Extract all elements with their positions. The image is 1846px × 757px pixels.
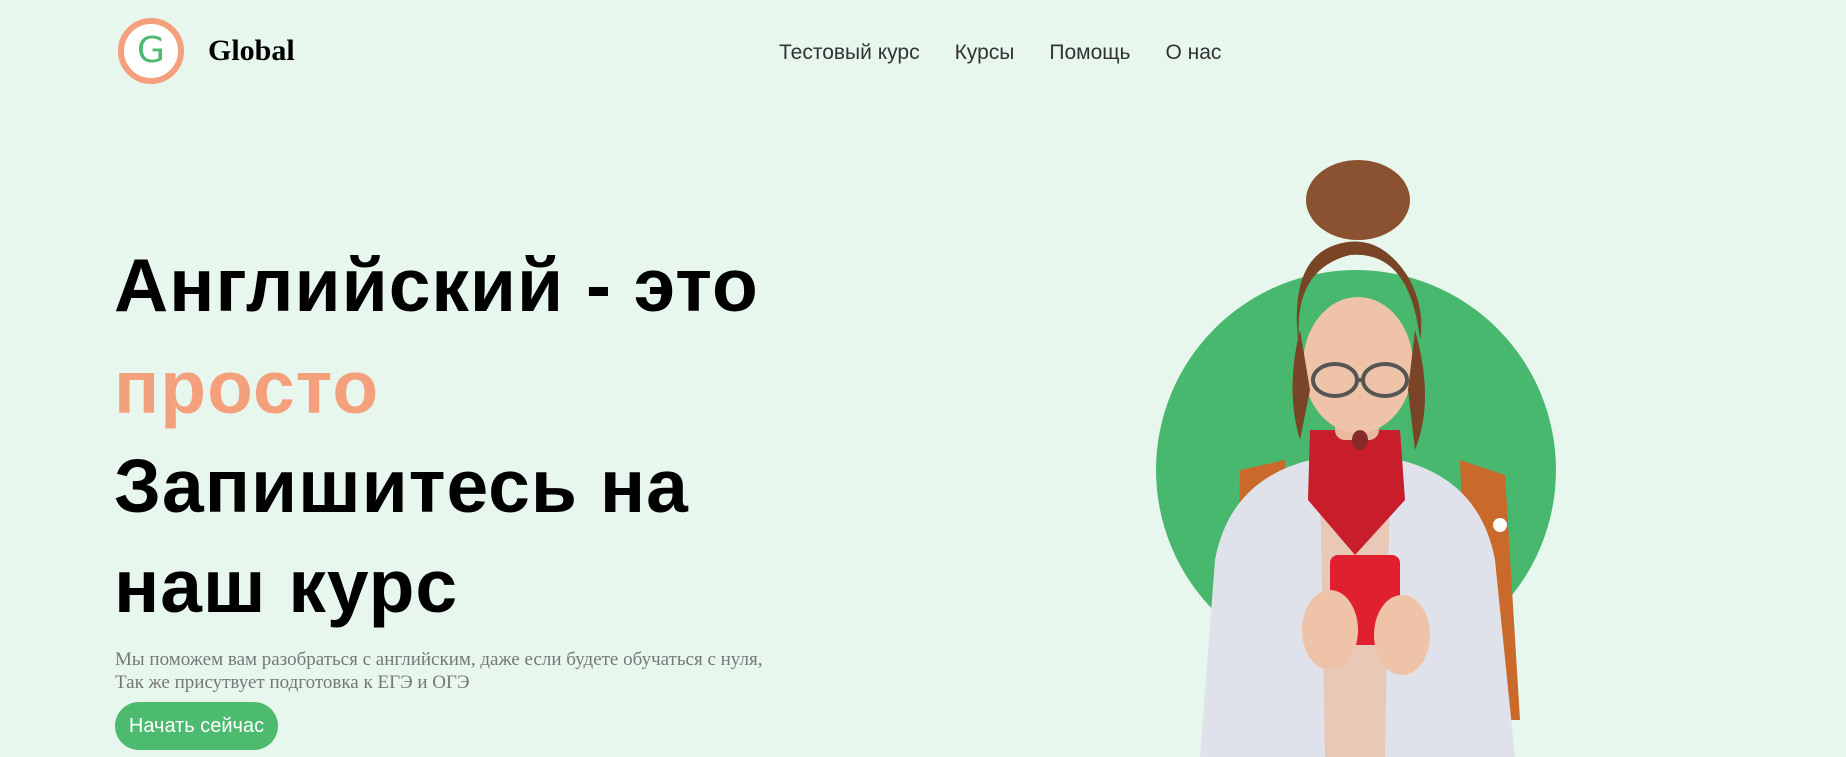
hero-title-line-3: Запишитесь на (114, 444, 689, 528)
hero-title-accent: просто (114, 345, 380, 429)
main-nav: Тестовый курс Курсы Помощь О нас (779, 41, 1256, 65)
start-now-button[interactable]: Начать сейчас (115, 702, 278, 750)
landing-page: G Global Тестовый курс Курсы Помощь О на… (0, 0, 1846, 757)
logo-letter: G (137, 30, 165, 71)
hair-bun (1306, 160, 1410, 240)
hero-title-line-1: Английский - это (114, 243, 759, 327)
logo[interactable]: G (118, 18, 184, 84)
logo-circle: G (118, 18, 184, 84)
hero-subtext-line-2: Так же присутвует подготовка к ЕГЭ и ОГЭ (115, 672, 470, 693)
hero-subtext: Мы поможем вам разобраться с английским,… (115, 648, 762, 694)
hero-title-line-4: наш курс (114, 544, 459, 628)
shirt-button (1493, 518, 1507, 532)
nav-item-help[interactable]: Помощь (1049, 41, 1130, 65)
nav-item-courses[interactable]: Курсы (955, 41, 1015, 65)
hand-left (1302, 590, 1358, 670)
hand-right (1374, 595, 1430, 675)
brand-name[interactable]: Global (208, 34, 295, 68)
hero-subtext-line-1: Мы поможем вам разобраться с английским,… (115, 649, 763, 670)
mouth (1352, 430, 1368, 450)
nav-item-about[interactable]: О нас (1165, 41, 1221, 65)
hero-photo (1156, 160, 1556, 757)
nav-item-test-course[interactable]: Тестовый курс (779, 41, 920, 65)
